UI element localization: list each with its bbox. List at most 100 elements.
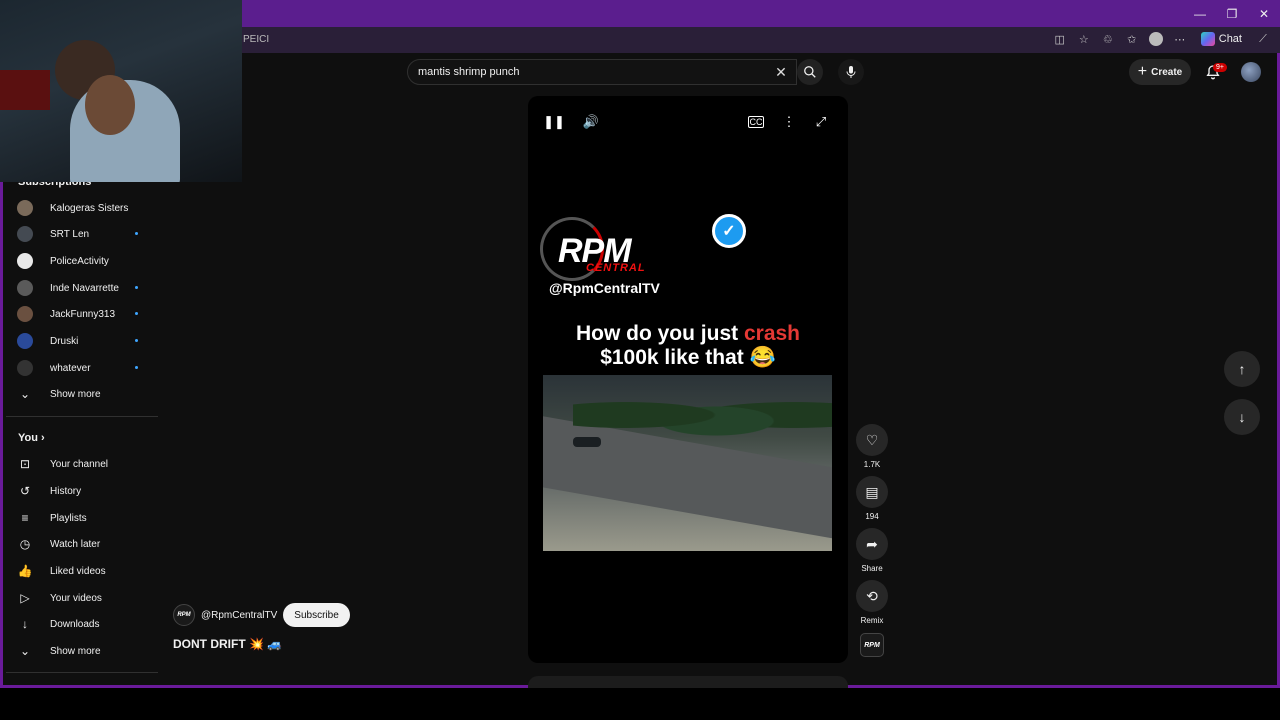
more-options-icon[interactable]: ⋮	[780, 113, 798, 131]
comment-action[interactable]: ▤ 194	[856, 476, 888, 521]
profile-avatar-icon[interactable]	[1147, 30, 1165, 48]
webcam-overlay	[0, 0, 242, 182]
your-videos-icon: ▷	[20, 591, 30, 605]
copilot-chat-button[interactable]: Chat	[1195, 32, 1248, 46]
next-short-preview	[528, 676, 848, 688]
playlists-icon: ≡	[21, 511, 29, 525]
favorite-star-icon[interactable]: ☆	[1075, 30, 1093, 48]
channel-avatar	[17, 200, 33, 216]
new-content-dot	[135, 312, 138, 315]
plus-icon: +	[1137, 63, 1148, 80]
previous-short-button[interactable]: ↑	[1224, 351, 1260, 387]
clear-search-icon[interactable]: ✕	[772, 63, 790, 81]
channel-avatar	[17, 306, 33, 322]
account-avatar[interactable]	[1241, 62, 1261, 82]
liked-icon: 👍	[17, 564, 33, 578]
channel-avatar	[17, 253, 33, 269]
sidebar-item-kalogeras-sisters[interactable]: Kalogeras Sisters	[17, 195, 142, 221]
split-screen-icon[interactable]: ◫	[1051, 30, 1069, 48]
new-content-dot	[135, 232, 138, 235]
show-more-subscriptions[interactable]: ⌄ Show more	[17, 381, 142, 407]
microphone-icon	[846, 66, 856, 78]
new-content-dot	[135, 366, 138, 369]
sidebar-item-liked-videos[interactable]: 👍 Liked videos	[17, 558, 142, 584]
watch-later-icon: ◷	[19, 537, 31, 551]
heart-icon[interactable]: ♡	[856, 424, 888, 456]
search-icon	[804, 66, 816, 78]
remix-action[interactable]: ⟲ Remix	[856, 580, 888, 625]
sidebar-item-history[interactable]: ↺ History	[17, 478, 142, 504]
channel-icon: ⊡	[19, 457, 31, 471]
channel-thumbnail[interactable]: RPM	[860, 633, 884, 657]
copilot-icon	[1200, 32, 1215, 46]
restore-button[interactable]: ❐	[1216, 0, 1248, 27]
like-count: 1.7K	[863, 460, 881, 469]
fullscreen-icon[interactable]: ⤢	[812, 113, 830, 131]
chevron-down-icon: ⌄	[19, 387, 31, 401]
share-icon[interactable]: ➦	[856, 528, 888, 560]
share-action[interactable]: ➦ Share	[856, 528, 888, 573]
verified-badge-icon: ✓	[712, 214, 746, 248]
new-content-dot	[135, 339, 138, 342]
pause-icon[interactable]: ❚❚	[543, 113, 565, 131]
security-camera-clip	[543, 375, 832, 551]
arrow-up-icon: ↑	[1238, 361, 1246, 377]
channel-avatar	[17, 333, 33, 349]
shorts-player[interactable]: ❚❚ 🔊 CC ⋮ ⤢ RPM CENTRAL ✓ @RpmCentralTV …	[528, 96, 848, 663]
remix-label: Remix	[860, 616, 884, 625]
channel-avatar	[17, 280, 33, 296]
video-meta-row: RPM @RpmCentralTV Subscribe	[173, 603, 350, 627]
sidebar-divider	[6, 672, 158, 673]
channel-handle[interactable]: @RpmCentralTV	[201, 610, 277, 621]
minimize-button[interactable]: —	[1184, 0, 1216, 27]
create-button[interactable]: + Create	[1129, 59, 1191, 85]
search-button[interactable]	[797, 59, 823, 85]
volume-icon[interactable]: 🔊	[582, 113, 600, 131]
close-window-button[interactable]: ✕	[1248, 0, 1280, 27]
sidebar-item-your-videos[interactable]: ▷ Your videos	[17, 585, 142, 611]
sidebar-item-playlists[interactable]: ≡ Playlists	[17, 505, 142, 531]
arrow-down-icon: ↓	[1238, 409, 1246, 425]
sidebar-item-srt-len[interactable]: SRT Len	[17, 221, 142, 247]
sidebar: Subscriptions Kalogeras Sisters SRT Len …	[3, 174, 158, 684]
sidebar-divider	[6, 416, 158, 417]
downloads-icon: ↓	[22, 617, 28, 631]
sidebar-item-inde-navarrette[interactable]: Inde Navarrette	[17, 275, 142, 301]
new-content-dot	[135, 286, 138, 289]
sidebar-item-whatever[interactable]: whatever	[17, 355, 142, 381]
next-short-button[interactable]: ↓	[1224, 399, 1260, 435]
comment-count: 194	[865, 512, 879, 521]
voice-search-button[interactable]	[838, 59, 864, 85]
sidebar-item-watch-later[interactable]: ◷ Watch later	[17, 531, 142, 557]
notification-badge: 9+	[1213, 63, 1227, 72]
you-section-title[interactable]: You ›	[18, 432, 45, 444]
comment-icon[interactable]: ▤	[856, 476, 888, 508]
channel-avatar	[17, 226, 33, 242]
sidebar-item-downloads[interactable]: ↓ Downloads	[17, 611, 142, 637]
video-title: DONT DRIFT 💥 🚙	[173, 637, 283, 651]
sidebar-item-policeactivity[interactable]: PoliceActivity	[17, 248, 142, 274]
search-box[interactable]: mantis shrimp punch ✕	[407, 59, 797, 85]
like-action[interactable]: ♡ 1.7K	[856, 424, 888, 469]
favorites-icon[interactable]: ✩	[1123, 30, 1141, 48]
remix-icon[interactable]: ⟲	[856, 580, 888, 612]
share-label: Share	[861, 564, 883, 573]
chevron-down-icon: ⌄	[19, 644, 31, 658]
sidebar-item-jackfunny313[interactable]: JackFunny313	[17, 301, 142, 327]
sidebar-item-druski[interactable]: Druski	[17, 328, 142, 354]
extension-icon[interactable]: ♲	[1099, 30, 1117, 48]
channel-avatar	[17, 360, 33, 376]
history-icon: ↺	[19, 484, 31, 498]
video-caption: How do you just crash $100k like that 😂	[575, 322, 801, 369]
rpm-central-logo: RPM CENTRAL	[540, 214, 715, 284]
captions-icon[interactable]: CC	[748, 116, 764, 128]
subscribe-button[interactable]: Subscribe	[283, 603, 350, 627]
channel-avatar[interactable]: RPM	[173, 604, 195, 626]
sidebar-item-your-channel[interactable]: ⊡ Your channel	[17, 451, 142, 477]
video-overlay-handle: @RpmCentralTV	[549, 280, 660, 296]
more-menu-icon[interactable]: ⋯	[1171, 30, 1189, 48]
search-input[interactable]: mantis shrimp punch	[418, 66, 520, 78]
address-text[interactable]: PEICI	[243, 34, 269, 45]
show-more-you[interactable]: ⌄ Show more	[17, 638, 142, 664]
sidebar-toggle-icon[interactable]: ⟋	[1254, 30, 1272, 48]
